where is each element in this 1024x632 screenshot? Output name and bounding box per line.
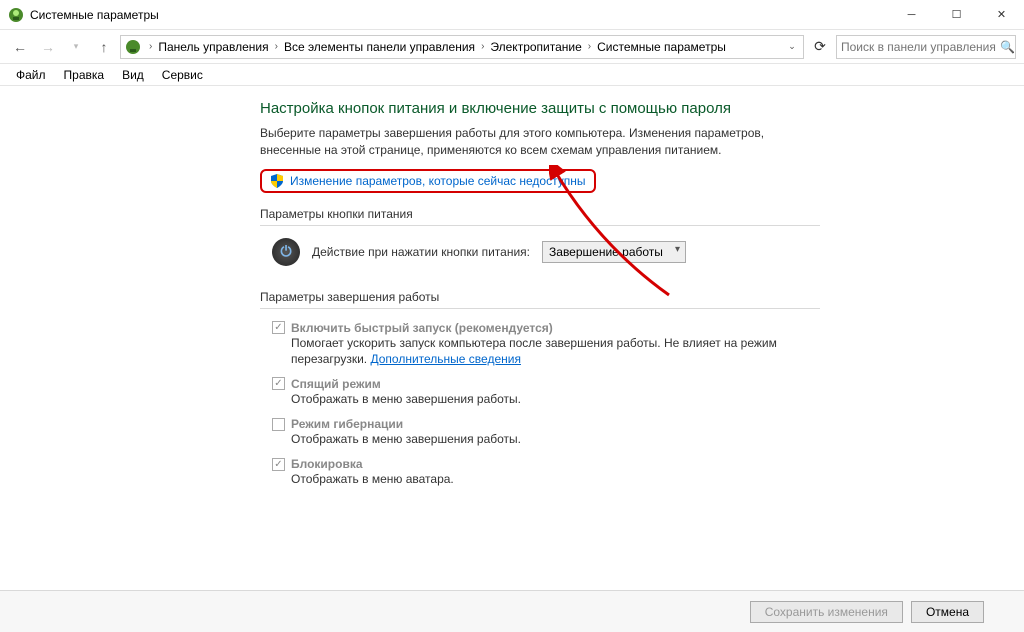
cancel-button[interactable]: Отмена	[911, 601, 984, 623]
save-changes-button[interactable]: Сохранить изменения	[750, 601, 903, 623]
search-icon[interactable]: 🔍	[1000, 40, 1015, 54]
lock-title: Блокировка	[291, 457, 363, 471]
fast-startup-option: ✓ Включить быстрый запуск (рекомендуется…	[272, 321, 812, 367]
power-button-icon: ⏻	[272, 238, 300, 266]
menu-bar: Файл Правка Вид Сервис	[0, 64, 1024, 86]
menu-edit[interactable]: Правка	[56, 66, 113, 84]
change-unavailable-settings-link[interactable]: Изменение параметров, которые сейчас нед…	[290, 174, 586, 188]
menu-view[interactable]: Вид	[114, 66, 152, 84]
breadcrumb-segment[interactable]: Системные параметры	[595, 40, 728, 54]
lock-option: ✓ Блокировка Отображать в меню аватара.	[272, 457, 812, 487]
chevron-right-icon[interactable]: ›	[271, 41, 282, 52]
breadcrumb-segment[interactable]: Электропитание	[488, 40, 583, 54]
titlebar: Системные параметры ─ ☐ ✕	[0, 0, 1024, 30]
power-button-action-label: Действие при нажатии кнопки питания:	[312, 245, 530, 259]
fast-startup-title: Включить быстрый запуск (рекомендуется)	[291, 321, 553, 335]
uac-shield-icon	[270, 174, 284, 188]
back-button[interactable]: ←	[8, 35, 32, 59]
hibernate-option: Режим гибернации Отображать в меню завер…	[272, 417, 812, 447]
page-description: Выберите параметры завершения работы для…	[260, 125, 800, 159]
sleep-desc: Отображать в меню завершения работы.	[291, 391, 812, 407]
forward-button[interactable]: →	[36, 35, 60, 59]
refresh-button[interactable]: ⟳	[808, 35, 832, 59]
power-options-icon	[8, 7, 24, 23]
fast-startup-desc: Помогает ускорить запуск компьютера посл…	[291, 335, 812, 367]
up-button[interactable]: ↑	[92, 35, 116, 59]
minimize-button[interactable]: ─	[889, 0, 934, 29]
breadcrumb[interactable]: › Панель управления › Все элементы панел…	[120, 35, 804, 59]
chevron-right-icon[interactable]: ›	[145, 41, 156, 52]
window-title: Системные параметры	[30, 8, 889, 22]
window-controls: ─ ☐ ✕	[889, 0, 1024, 29]
recent-dropdown-icon[interactable]: ▾	[64, 35, 88, 59]
sleep-title: Спящий режим	[291, 377, 381, 391]
power-button-section-header: Параметры кнопки питания	[260, 207, 820, 226]
chevron-right-icon[interactable]: ›	[584, 41, 595, 52]
power-button-action-select[interactable]: Завершение работы	[542, 241, 686, 263]
lock-desc: Отображать в меню аватара.	[291, 471, 812, 487]
page-title: Настройка кнопок питания и включение защ…	[260, 100, 1024, 117]
hibernate-checkbox[interactable]	[272, 418, 285, 431]
shutdown-options: ✓ Включить быстрый запуск (рекомендуется…	[272, 321, 1024, 488]
sleep-checkbox[interactable]: ✓	[272, 377, 285, 390]
power-button-action-row: ⏻ Действие при нажатии кнопки питания: З…	[272, 238, 1024, 266]
menu-service[interactable]: Сервис	[154, 66, 211, 84]
lock-checkbox[interactable]: ✓	[272, 458, 285, 471]
fast-startup-checkbox[interactable]: ✓	[272, 321, 285, 334]
hibernate-desc: Отображать в меню завершения работы.	[291, 431, 812, 447]
menu-file[interactable]: Файл	[8, 66, 54, 84]
maximize-button[interactable]: ☐	[934, 0, 979, 29]
sleep-option: ✓ Спящий режим Отображать в меню заверше…	[272, 377, 812, 407]
breadcrumb-segment[interactable]: Панель управления	[156, 40, 270, 54]
shutdown-section-header: Параметры завершения работы	[260, 290, 820, 309]
control-panel-icon	[125, 39, 141, 55]
search-box[interactable]: 🔍	[836, 35, 1016, 59]
change-settings-highlight: Изменение параметров, которые сейчас нед…	[260, 169, 596, 193]
breadcrumb-dropdown-icon[interactable]: ⌄	[785, 41, 799, 52]
close-button[interactable]: ✕	[979, 0, 1024, 29]
main-content: Настройка кнопок питания и включение защ…	[0, 86, 1024, 488]
bottom-button-bar: Сохранить изменения Отмена	[0, 590, 1024, 632]
fast-startup-more-link[interactable]: Дополнительные сведения	[370, 352, 520, 366]
breadcrumb-segment[interactable]: Все элементы панели управления	[282, 40, 477, 54]
nav-row: ← → ▾ ↑ › Панель управления › Все элемен…	[0, 30, 1024, 64]
chevron-right-icon[interactable]: ›	[477, 41, 488, 52]
search-input[interactable]	[841, 40, 996, 54]
hibernate-title: Режим гибернации	[291, 417, 403, 431]
